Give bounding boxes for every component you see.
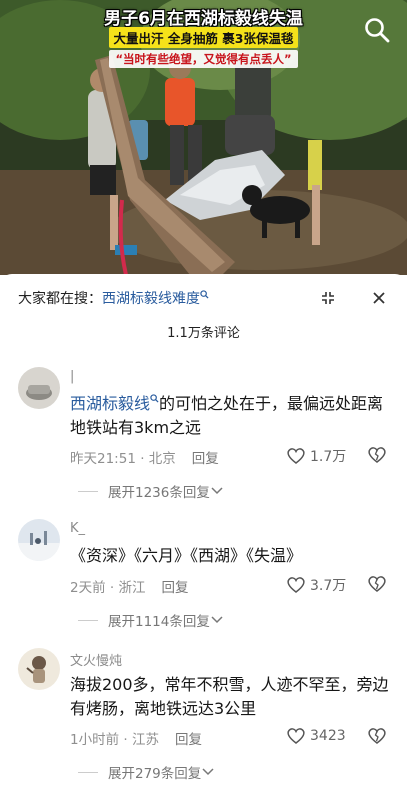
suggested-search-label: 大家都在搜： xyxy=(18,291,102,307)
broken-heart-icon xyxy=(368,728,386,744)
avatar[interactable] xyxy=(18,367,60,409)
video-subheadline-text: 大量出汗 全身抽筋 裹3张保温毯 xyxy=(108,27,299,48)
avatar-image xyxy=(18,367,60,409)
heart-icon xyxy=(287,448,305,464)
avatar[interactable] xyxy=(18,519,60,561)
chevron-down-icon xyxy=(211,487,223,495)
like-button[interactable]: 3423 xyxy=(286,727,346,745)
reply-button[interactable]: 回复 xyxy=(175,732,202,748)
comment-time-location: 1小时前 · 江苏 xyxy=(70,732,159,748)
comment-text-body: 《资深》《六月》《西湖》《失温》 xyxy=(70,546,303,565)
comment-time-location: 昨天21:51 · 北京 xyxy=(70,451,176,467)
video-headline: 男子6月在西湖标毅线失温 xyxy=(104,9,303,29)
reply-button[interactable]: 回复 xyxy=(161,580,188,596)
like-button[interactable]: 3.7万 xyxy=(286,575,346,595)
suggested-search: 大家都在搜：西湖标毅线难度 xyxy=(18,288,338,310)
video-subheadline: 大量出汗 全身抽筋 裹3张保温毯 xyxy=(0,27,407,48)
video-player[interactable]: 男子6月在西湖标毅线失温 大量出汗 全身抽筋 裹3张保温毯 “当时有些绝望，又觉… xyxy=(0,0,407,275)
collapse-icon xyxy=(322,292,334,304)
like-count: 3.7万 xyxy=(310,578,347,594)
video-quote: “当时有些绝望，又觉得有点丢人” xyxy=(0,48,407,68)
avatar-image xyxy=(18,519,60,561)
comment-text: 西湖标毅线 的可怕之处在于，最偏远处距离地铁站有3km之远 xyxy=(70,392,390,440)
expand-replies[interactable]: 展开1236条回复 xyxy=(78,481,224,501)
collapse-button[interactable] xyxy=(319,289,337,307)
video-quote-text: “当时有些绝望，又觉得有点丢人” xyxy=(109,50,298,68)
avatar-image xyxy=(18,648,60,690)
expand-replies[interactable]: 展开1114条回复 xyxy=(78,610,224,630)
like-count: 1.7万 xyxy=(310,449,347,465)
comment-username[interactable]: K_ xyxy=(70,521,85,536)
comment-meta: 昨天21:51 · 北京 回复 xyxy=(70,447,219,467)
expand-replies[interactable]: 展开279条回复 xyxy=(78,762,215,782)
suggested-search-query[interactable]: 西湖标毅线难度 xyxy=(102,291,200,307)
chevron-down-icon xyxy=(211,616,223,624)
chevron-down-icon xyxy=(202,768,214,776)
reply-button[interactable]: 回复 xyxy=(192,451,219,467)
search-icon xyxy=(150,394,159,403)
comment-text: 《资深》《六月》《西湖》《失温》 xyxy=(70,544,390,568)
comment-meta: 2天前 · 浙江 回复 xyxy=(70,576,188,596)
comment-username[interactable]: | xyxy=(70,369,74,384)
search-button[interactable] xyxy=(363,16,391,44)
close-icon xyxy=(373,292,385,304)
expand-replies-label: 展开279条回复 xyxy=(108,766,202,782)
comment-meta: 1小时前 · 江苏 回复 xyxy=(70,728,202,748)
comment-text: 海拔200多，常年不积雪，人迹不罕至，旁边有烤肠，离地铁远达3公里 xyxy=(70,673,390,721)
broken-heart-icon xyxy=(368,447,386,463)
divider-line xyxy=(78,771,98,773)
broken-heart-icon xyxy=(368,576,386,592)
like-count: 3423 xyxy=(310,728,346,744)
avatar[interactable] xyxy=(18,648,60,690)
dislike-button[interactable] xyxy=(367,575,387,595)
expand-replies-label: 展开1236条回复 xyxy=(108,485,210,501)
search-icon xyxy=(200,290,209,299)
divider-line xyxy=(78,619,98,621)
comment-username[interactable]: 文火慢炖 xyxy=(70,650,122,669)
dislike-button[interactable] xyxy=(367,446,387,466)
comment-count: 1.1万条评论 xyxy=(167,326,240,341)
search-icon xyxy=(365,18,390,43)
expand-replies-label: 展开1114条回复 xyxy=(108,614,210,630)
heart-icon xyxy=(287,728,305,744)
like-button[interactable]: 1.7万 xyxy=(286,446,346,466)
heart-icon xyxy=(287,577,305,593)
close-button[interactable] xyxy=(370,289,388,307)
comment-time-location: 2天前 · 浙江 xyxy=(70,580,146,596)
dislike-button[interactable] xyxy=(367,727,387,747)
divider-line xyxy=(78,490,98,492)
comment-topic-link[interactable]: 西湖标毅线 xyxy=(70,394,150,413)
comment-text-body: 海拔200多，常年不积雪，人迹不罕至，旁边有烤肠，离地铁远达3公里 xyxy=(70,675,389,718)
comment-sheet: 大家都在搜：西湖标毅线难度 1.1万条评论 | 西湖标毅线 的可怕之处在于，最偏远… xyxy=(0,274,407,800)
